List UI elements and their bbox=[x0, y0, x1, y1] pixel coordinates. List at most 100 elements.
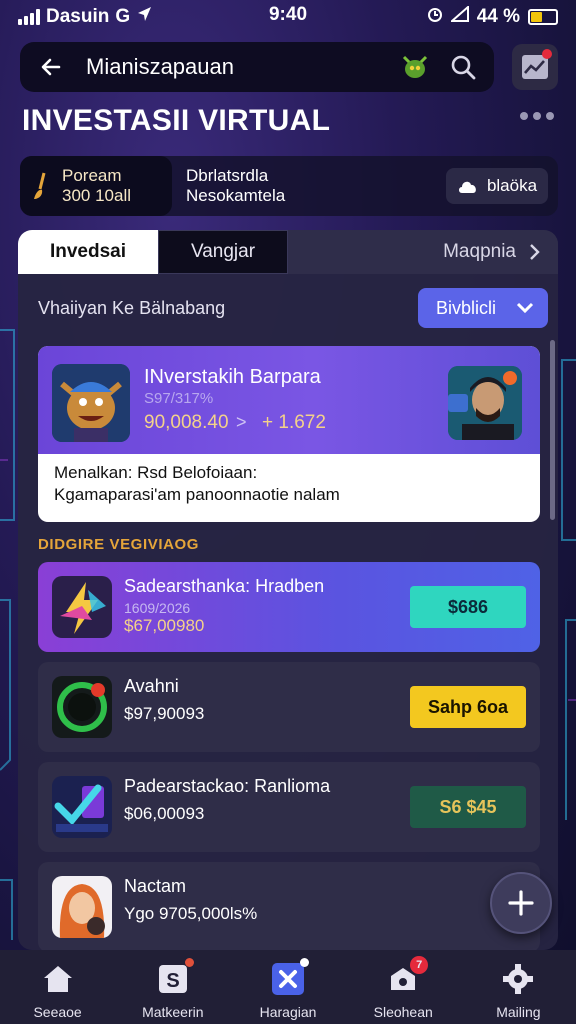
featured-avatar bbox=[52, 364, 130, 442]
nav-item-bag[interactable]: 7 Sleohean bbox=[346, 950, 461, 1024]
asset-name: Nactam bbox=[124, 876, 187, 896]
battery-percent: 44 % bbox=[476, 6, 520, 27]
asset-action-button[interactable]: Sahp 6oa bbox=[410, 686, 526, 728]
featured-desc-line-1: Menalkan: Rsd Belofoiaan: bbox=[54, 463, 258, 482]
filter-label: Vhaiiyan Ke Bälnabang bbox=[38, 298, 226, 318]
section-label: DIDGIRE VEGIVIAOG bbox=[38, 536, 200, 553]
cloud-icon bbox=[458, 181, 476, 193]
wifi-icon bbox=[449, 4, 469, 28]
carrier-mark: G bbox=[115, 6, 131, 27]
notification-badge: 7 bbox=[410, 956, 429, 974]
scrollbar[interactable] bbox=[550, 340, 555, 520]
nav-label: Sleohean bbox=[373, 1004, 433, 1020]
portfolio-summary: Poream 300 10all Dbrlatsrdla Nesokamtela… bbox=[20, 156, 558, 216]
asset-name: Sadearsthanka: Hradben bbox=[124, 576, 325, 596]
balance-card[interactable]: Poream 300 10all bbox=[20, 156, 172, 216]
monster-avatar-icon bbox=[52, 364, 130, 442]
chevron-right-icon bbox=[530, 244, 540, 260]
info-line-1: Dbrlatsrdla bbox=[186, 166, 269, 185]
arrow-left-icon bbox=[41, 58, 61, 76]
asset-row[interactable]: Sadearsthanka: Hradben 1609/2026 $67,009… bbox=[38, 562, 540, 652]
tab-invest[interactable]: Invedsai bbox=[18, 230, 158, 274]
notification-dot bbox=[542, 49, 552, 59]
featured-subtitle: S97/317% bbox=[144, 390, 214, 407]
notification-dot bbox=[184, 958, 194, 967]
asset-thumbnail bbox=[52, 576, 112, 638]
asset-price: $97,90093 bbox=[124, 704, 205, 723]
balance-label: Poream bbox=[62, 166, 122, 185]
info-line-2: Nesokamtela bbox=[186, 186, 286, 205]
nav-label: Seeaoe bbox=[33, 1004, 82, 1020]
asset-thumbnail bbox=[52, 876, 112, 938]
checkmark-logo-icon bbox=[52, 776, 112, 838]
featured-header: INverstakih Barpara S97/317% 90,008.40 >… bbox=[38, 346, 540, 454]
nav-item-market[interactable]: S Matkeerin bbox=[115, 950, 230, 1024]
featured-description: Menalkan: Rsd Belofoiaan: Kgamaparasi'am… bbox=[54, 462, 340, 506]
asset-thumbnail bbox=[52, 676, 112, 738]
status-left: Dasuin G bbox=[18, 6, 238, 28]
featured-arrow: > bbox=[236, 412, 247, 432]
nav-item-settings[interactable]: Mailing bbox=[461, 950, 576, 1024]
ninja-avatar-icon bbox=[448, 366, 522, 440]
featured-price: 90,008.40 bbox=[144, 412, 229, 433]
status-right: 44 % bbox=[427, 4, 558, 29]
battery-icon bbox=[528, 9, 558, 25]
asset-meta: 1609/2026 bbox=[124, 600, 191, 616]
tab-label: Maqpnia bbox=[443, 241, 516, 262]
nav-label: Haragian bbox=[259, 1004, 317, 1020]
asset-action-button[interactable]: S6 $45 bbox=[410, 786, 526, 828]
notification-dot bbox=[300, 958, 309, 967]
asset-row[interactable]: Padearstackao: Ranlioma $06,00093 S6 $45 bbox=[38, 762, 540, 852]
chip-label: blaöka bbox=[486, 176, 538, 195]
nav-item-trade[interactable]: Haragian bbox=[230, 950, 345, 1024]
filter-dropdown-value: Bivblicli bbox=[436, 297, 497, 318]
nav-item-home[interactable]: Seeaoe bbox=[0, 950, 115, 1024]
mascot-button[interactable] bbox=[398, 50, 432, 84]
chart-notifications-button[interactable] bbox=[512, 44, 558, 90]
summary-chip-button[interactable]: blaöka bbox=[446, 168, 548, 204]
avatar-woman-icon bbox=[52, 876, 112, 938]
nav-label: Mailing bbox=[496, 1004, 541, 1020]
asset-thumbnail bbox=[52, 776, 112, 838]
top-app-bar: Mianiszapauan bbox=[20, 42, 494, 92]
tab-bar: Invedsai Vangjar Maqpnia bbox=[18, 230, 558, 274]
tab-vangjar[interactable]: Vangjar bbox=[158, 230, 288, 274]
tab-company[interactable]: Maqpnia bbox=[288, 230, 558, 274]
svg-text:S: S bbox=[166, 970, 179, 992]
featured-ninja-avatar bbox=[448, 366, 522, 440]
asset-name: Padearstackao: Ranlioma bbox=[124, 776, 331, 796]
page-title: INVESTASII VIRTUAL bbox=[22, 104, 331, 137]
brush-icon bbox=[34, 172, 46, 199]
back-button[interactable] bbox=[34, 50, 68, 84]
bag-icon: 7 bbox=[386, 956, 429, 996]
carrier-name: Dasuin bbox=[46, 6, 110, 27]
alien-mascot-icon bbox=[402, 55, 428, 78]
more-options-button[interactable] bbox=[520, 112, 554, 120]
nav-label: Matkeerin bbox=[142, 1004, 204, 1020]
asset-action-button[interactable]: $686 bbox=[410, 586, 526, 628]
asset-row[interactable]: Avahni $97,90093 Sahp 6oa bbox=[38, 662, 540, 752]
featured-desc-line-2: Kgamaparasi'am panoonnaotie nalam bbox=[54, 485, 340, 504]
balance-value: 300 10all bbox=[62, 186, 132, 205]
tab-label: Vangjar bbox=[190, 241, 256, 262]
add-investment-button[interactable] bbox=[490, 872, 552, 934]
filter-dropdown[interactable]: Bivblicli bbox=[418, 288, 548, 328]
featured-change: + 1.672 bbox=[262, 412, 326, 433]
featured-investment-card[interactable]: INverstakih Barpara S97/317% 90,008.40 >… bbox=[38, 346, 540, 522]
status-bar: Dasuin G 9:40 44 % bbox=[0, 0, 576, 34]
alarm-icon bbox=[427, 5, 443, 29]
search-button[interactable] bbox=[446, 50, 480, 84]
app-bar-title: Mianiszapauan bbox=[86, 54, 234, 79]
green-ring-logo-icon bbox=[52, 676, 112, 738]
investment-panel: Invedsai Vangjar Maqpnia Vhaiiyan Ke Bäl… bbox=[18, 230, 558, 950]
asset-row[interactable]: Nactam Ygo 9705,000ls% bbox=[38, 862, 540, 950]
summary-info: Dbrlatsrdla Nesokamtela bbox=[186, 166, 285, 206]
home-icon bbox=[41, 962, 75, 996]
gear-icon bbox=[501, 962, 535, 996]
bottom-navigation: Seeaoe S Matkeerin Haragian 7 Sleohean M… bbox=[0, 950, 576, 1024]
search-icon bbox=[451, 55, 476, 80]
asset-price: $67,00980 bbox=[124, 616, 205, 635]
signal-icon bbox=[18, 9, 40, 25]
asset-price: Ygo 9705,000ls% bbox=[124, 904, 258, 923]
lightning-logo-icon bbox=[52, 576, 112, 638]
